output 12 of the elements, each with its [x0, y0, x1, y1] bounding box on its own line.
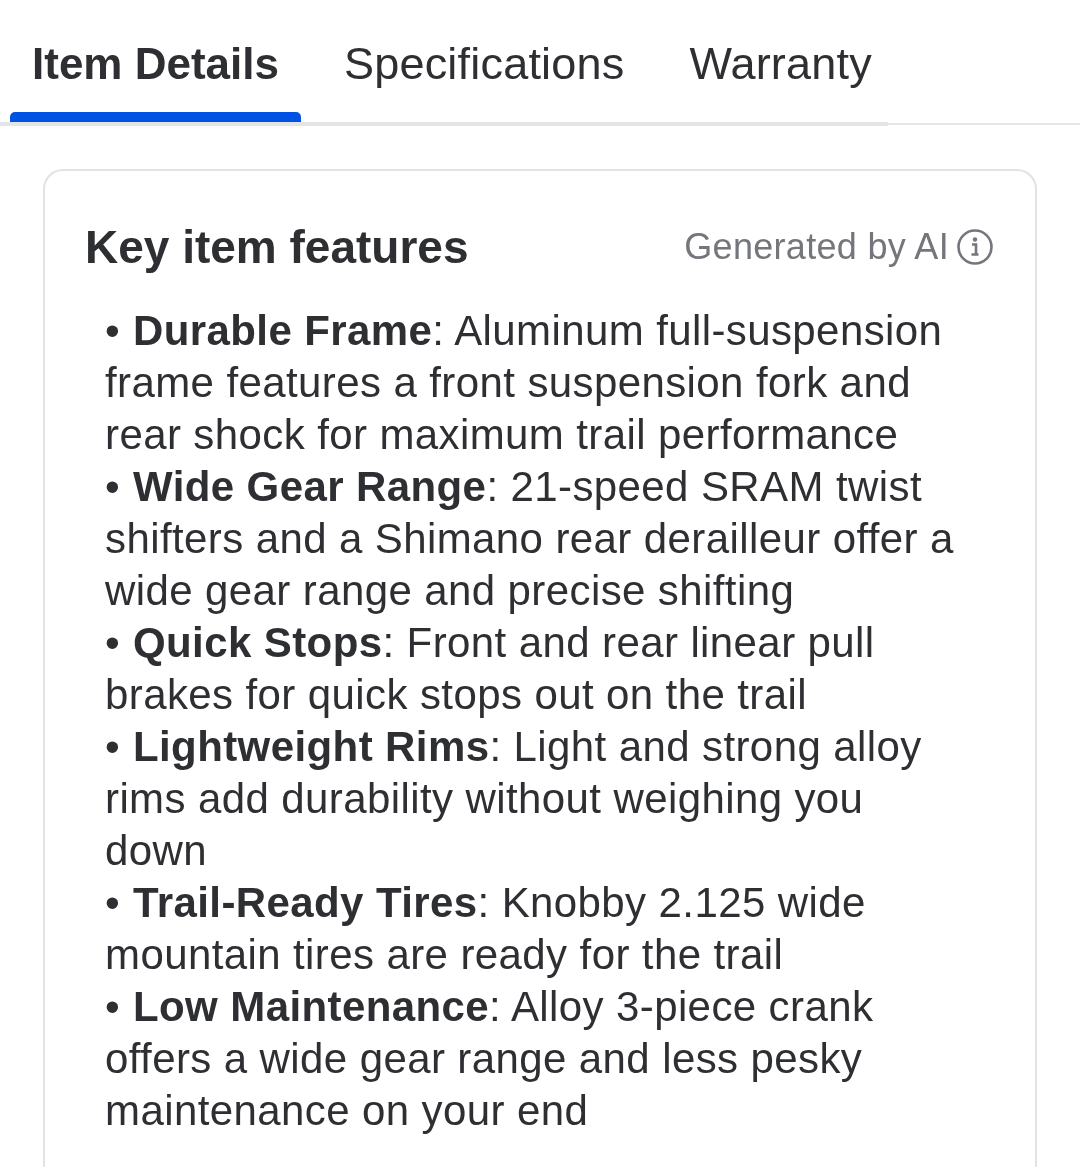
info-icon[interactable]: [957, 229, 993, 265]
feature-text: • Quick Stops: Front and rear linear pull brakes for quick stops out on the trail: [105, 618, 876, 720]
feature-text: • Trail-Ready Tires: Knobby 2.125 wide mountain tires are ready for the trail: [105, 878, 867, 980]
tab[interactable]: Warranty: [667, 0, 894, 122]
card-title: Key item features: [85, 220, 469, 275]
feature-text: • Durable Frame: Aluminum full-suspension frame features a front suspension fork and rear shock for maximum trail performance: [105, 306, 944, 460]
ai-label: Generated by AI: [684, 226, 949, 268]
tab[interactable]: Specifications: [322, 0, 647, 122]
feature-text: • Low Maintenance: Alloy 3-piece crank offers a wide gear range and less pesky maintenance on your end: [105, 982, 875, 1136]
feature-text: • Lightweight Rims: Light and strong alloy rims add durability without weighing you down: [105, 722, 923, 876]
tab[interactable]: Item Details: [10, 0, 301, 122]
feature-text: • Wide Gear Range: 21-speed SRAM twist shifters and a Shimano rear derailleur offer a wide gear range and precise shifting: [105, 462, 955, 616]
